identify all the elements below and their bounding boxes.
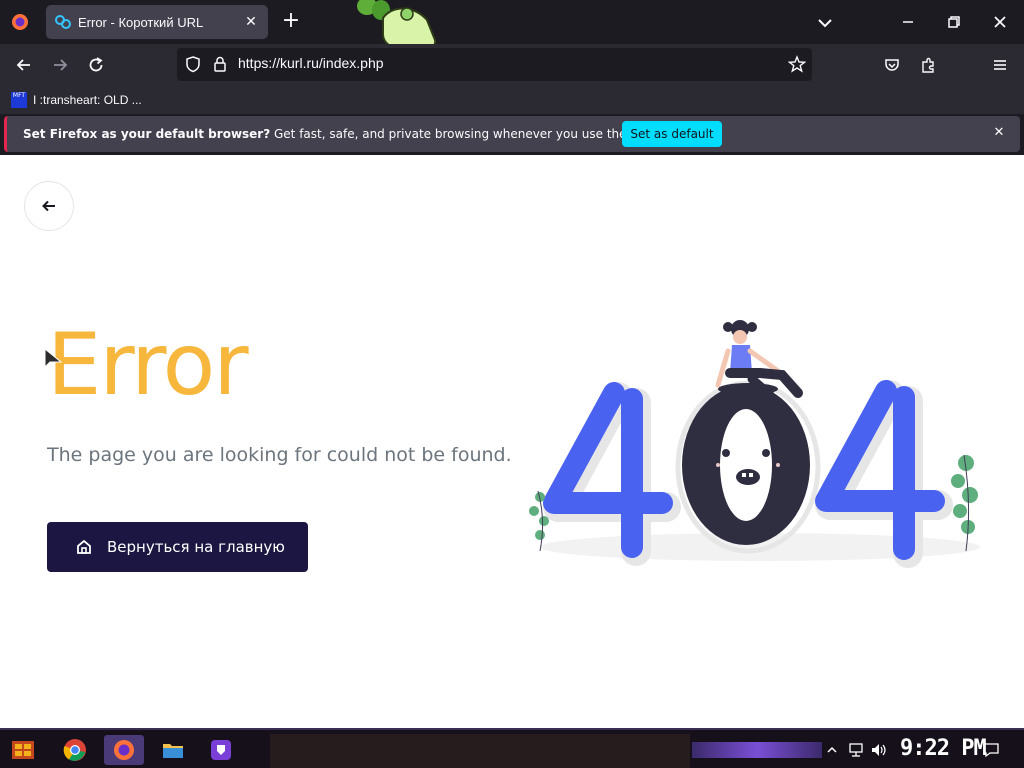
taskbar-window-strip <box>270 734 690 768</box>
tab-title: Error - Короткий URL <box>78 14 204 30</box>
taskbar-decoration <box>692 742 822 758</box>
lock-icon[interactable] <box>211 55 229 77</box>
home-button-label: Вернуться на главную <box>107 538 285 556</box>
notification-bold-text: Set Firefox as your default browser? <box>23 127 271 141</box>
bookmarks-toolbar: MFT I :transheart: OLD ... <box>0 86 1024 114</box>
close-window-icon[interactable] <box>980 8 1020 36</box>
tracking-protection-shield-icon[interactable] <box>184 55 202 77</box>
back-to-home-button[interactable]: Вернуться на главную <box>47 522 308 572</box>
url-bar[interactable]: https://kurl.ru/index.php <box>177 48 812 81</box>
navigation-bar: https://kurl.ru/index.php <box>0 44 1024 86</box>
home-icon <box>77 539 91 554</box>
pocket-icon[interactable] <box>880 53 904 77</box>
tab-bar: Error - Короткий URL ✕ + <box>0 0 1024 52</box>
mouse-cursor-icon <box>44 348 62 369</box>
reload-icon[interactable] <box>84 53 108 77</box>
network-icon[interactable] <box>844 735 866 765</box>
bookmark-favicon-icon: MFT <box>11 92 27 108</box>
back-icon[interactable] <box>12 53 36 77</box>
close-notification-icon[interactable]: ✕ <box>990 124 1008 142</box>
back-button[interactable] <box>24 181 74 231</box>
app-shield-icon[interactable] <box>206 735 236 765</box>
firefox-view-icon[interactable] <box>8 10 32 34</box>
minimize-icon[interactable] <box>888 8 928 36</box>
url-text[interactable]: https://kurl.ru/index.php <box>238 55 384 71</box>
notification-text: Set Firefox as your default browser? Get… <box>23 127 659 141</box>
page-content: Error The page you are looking for could… <box>0 155 1024 728</box>
restore-icon[interactable] <box>934 8 974 36</box>
file-explorer-icon[interactable] <box>158 735 188 765</box>
tab-active[interactable]: Error - Короткий URL ✕ <box>46 5 268 39</box>
volume-icon[interactable] <box>868 735 890 765</box>
show-hidden-icons-icon[interactable] <box>822 735 842 765</box>
error-heading: Error <box>47 315 249 415</box>
start-icon[interactable] <box>8 735 38 765</box>
taskbar: 9:22 PM <box>0 728 1024 768</box>
bookmark-item[interactable]: MFT I :transheart: OLD ... <box>11 90 142 110</box>
bookmark-star-icon[interactable] <box>787 55 807 77</box>
firefox-icon[interactable] <box>104 735 144 765</box>
extensions-icon[interactable] <box>916 53 940 77</box>
arrow-left-icon <box>42 200 55 212</box>
site-favicon-icon <box>55 15 71 29</box>
404-illustration <box>529 320 980 568</box>
menu-icon[interactable] <box>988 53 1012 77</box>
error-subtitle: The page you are looking for could not b… <box>47 444 512 466</box>
notification-body-text: Get fast, safe, and private browsing whe… <box>270 127 659 141</box>
list-all-tabs-icon[interactable] <box>814 12 836 34</box>
action-center-icon[interactable] <box>978 735 1004 765</box>
default-browser-notification: Set Firefox as your default browser? Get… <box>4 116 1020 152</box>
browser-chrome: Error - Короткий URL ✕ + https://kurl.ru… <box>0 0 1024 155</box>
bookmark-label: I :transheart: OLD ... <box>33 93 142 107</box>
close-tab-icon[interactable]: ✕ <box>242 13 260 31</box>
taskbar-clock[interactable]: 9:22 PM <box>900 736 987 761</box>
set-as-default-button[interactable]: Set as default <box>622 121 722 147</box>
forward-icon[interactable] <box>48 53 72 77</box>
new-tab-icon[interactable]: + <box>279 10 303 34</box>
chrome-icon[interactable] <box>60 735 90 765</box>
